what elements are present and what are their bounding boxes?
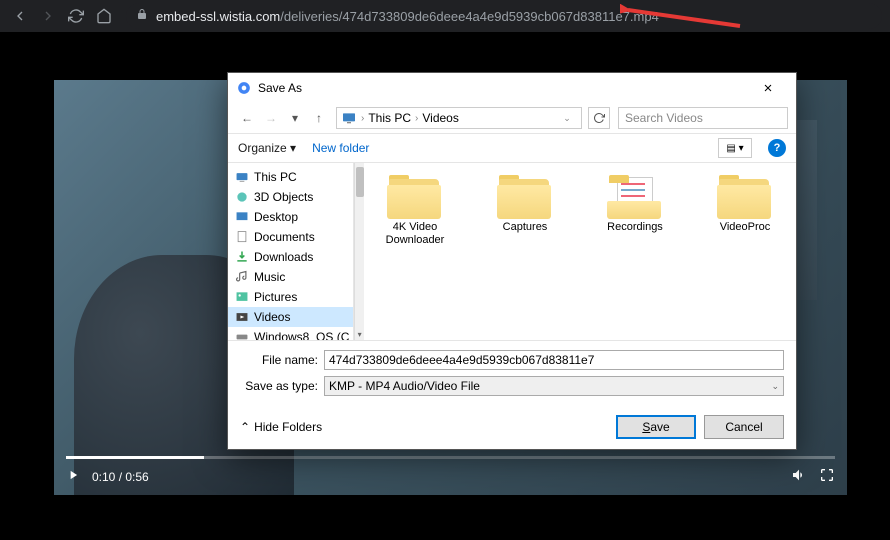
new-folder-button[interactable]: New folder <box>312 141 369 155</box>
save-button[interactable]: Save <box>616 415 696 439</box>
breadcrumb-dropdown-icon[interactable]: ⌄ <box>557 113 577 124</box>
dialog-fields: File name: Save as type: KMP - MP4 Audio… <box>228 340 796 405</box>
tree-item-pc[interactable]: This PC <box>228 167 353 187</box>
folder-tree[interactable]: This PC 3D Objects Desktop Documents Downloa… <box>228 163 354 340</box>
tree-item-label: Windows8_OS (C <box>254 330 349 340</box>
dialog-nav-row: ← → ▾ ↑ › This PC › Videos ⌄ Search Vide… <box>228 103 796 133</box>
chrome-icon <box>236 80 252 96</box>
tree-item-videos[interactable]: Videos <box>228 307 353 327</box>
folder-label: VideoProc <box>720 221 771 234</box>
tree-item-label: Pictures <box>254 290 297 304</box>
folder-item[interactable]: Recordings <box>592 175 678 234</box>
pc-icon <box>234 170 250 184</box>
folder-item[interactable]: Captures <box>482 175 568 234</box>
browser-toolbar: embed-ssl.wistia.com/deliveries/474d7338… <box>0 0 890 32</box>
tree-item-documents[interactable]: Documents <box>228 227 353 247</box>
filetype-value: KMP - MP4 Audio/Video File <box>329 379 480 393</box>
chevron-right-icon: › <box>415 113 418 124</box>
dialog-back-button[interactable]: ← <box>236 107 258 129</box>
help-button[interactable]: ? <box>768 139 786 157</box>
folder-label: Recordings <box>607 221 663 234</box>
dialog-close-button[interactable] <box>748 74 788 102</box>
tree-item-pictures[interactable]: Pictures <box>228 287 353 307</box>
folder-grid[interactable]: 4K Video Downloader Captures Recordings Vid… <box>364 163 796 340</box>
dialog-toolbar: Organize ▾ New folder ▤ ▾ ? <box>228 133 796 163</box>
url-text: embed-ssl.wistia.com/deliveries/474d7338… <box>156 9 659 24</box>
folder-label: 4K Video Downloader <box>372 221 458 247</box>
nav-forward-button[interactable] <box>36 4 60 28</box>
scroll-down-icon[interactable]: ▾ <box>355 328 364 340</box>
tree-item-label: 3D Objects <box>254 190 313 204</box>
dialog-titlebar[interactable]: Save As <box>228 73 796 103</box>
organize-button[interactable]: Organize ▾ <box>238 141 296 155</box>
cancel-button[interactable]: Cancel <box>704 415 784 439</box>
scroll-thumb[interactable] <box>356 167 364 197</box>
dialog-recent-button[interactable]: ▾ <box>284 107 306 129</box>
tree-item-drive[interactable]: Windows8_OS (C <box>228 327 353 340</box>
play-button[interactable] <box>66 468 80 487</box>
volume-button[interactable] <box>791 467 807 488</box>
dialog-footer: ⌃ Hide Folders Save Cancel <box>228 405 796 449</box>
chevron-right-icon: › <box>361 113 364 124</box>
videos-icon <box>234 310 250 324</box>
nav-home-button[interactable] <box>92 4 116 28</box>
dialog-up-button[interactable]: ↑ <box>308 107 330 129</box>
tree-item-3d[interactable]: 3D Objects <box>228 187 353 207</box>
documents-icon <box>234 230 250 244</box>
drive-icon <box>234 330 250 340</box>
folder-item[interactable]: VideoProc <box>702 175 788 234</box>
tree-item-label: Downloads <box>254 250 313 264</box>
music-icon <box>234 270 250 284</box>
nav-reload-button[interactable] <box>64 4 88 28</box>
breadcrumb-root[interactable]: This PC <box>368 111 411 125</box>
search-input[interactable]: Search Videos <box>618 107 788 129</box>
breadcrumb-current[interactable]: Videos <box>422 111 458 125</box>
3d-icon <box>234 190 250 204</box>
tree-item-label: Documents <box>254 230 315 244</box>
dialog-forward-button[interactable]: → <box>260 107 282 129</box>
desktop-icon <box>234 210 250 224</box>
dialog-title: Save As <box>258 81 748 95</box>
downloads-icon <box>234 250 250 264</box>
tree-scrollbar[interactable]: ▴ ▾ <box>354 163 364 340</box>
breadcrumb-bar[interactable]: › This PC › Videos ⌄ <box>336 107 582 129</box>
filetype-label: Save as type: <box>240 379 318 393</box>
fullscreen-button[interactable] <box>819 467 835 488</box>
tree-item-label: Videos <box>254 310 290 324</box>
search-placeholder: Search Videos <box>625 111 703 125</box>
folder-item[interactable]: 4K Video Downloader <box>372 175 458 247</box>
folder-label: Captures <box>503 221 548 234</box>
tree-item-downloads[interactable]: Downloads <box>228 247 353 267</box>
video-controls: 0:10 / 0:56 <box>54 459 847 495</box>
tree-item-label: Music <box>254 270 285 284</box>
filetype-select[interactable]: KMP - MP4 Audio/Video File ⌄ <box>324 376 784 396</box>
lock-icon <box>136 7 148 25</box>
tree-item-label: Desktop <box>254 210 298 224</box>
pc-icon <box>341 110 357 126</box>
view-mode-button[interactable]: ▤ ▾ <box>718 138 752 158</box>
pictures-icon <box>234 290 250 304</box>
refresh-button[interactable] <box>588 107 610 129</box>
tree-item-label: This PC <box>254 170 297 184</box>
tree-item-music[interactable]: Music <box>228 267 353 287</box>
tree-item-desktop[interactable]: Desktop <box>228 207 353 227</box>
address-bar[interactable]: embed-ssl.wistia.com/deliveries/474d7338… <box>126 3 882 29</box>
save-as-dialog: Save As ← → ▾ ↑ › This PC › Videos ⌄ Sea… <box>227 72 797 450</box>
chevron-down-icon: ⌄ <box>771 381 779 392</box>
video-time: 0:10 / 0:56 <box>92 470 149 484</box>
nav-back-button[interactable] <box>8 4 32 28</box>
chevron-up-icon: ⌃ <box>240 420 250 434</box>
filename-input[interactable] <box>324 350 784 370</box>
hide-folders-toggle[interactable]: ⌃ Hide Folders <box>240 420 322 434</box>
filename-label: File name: <box>240 353 318 367</box>
